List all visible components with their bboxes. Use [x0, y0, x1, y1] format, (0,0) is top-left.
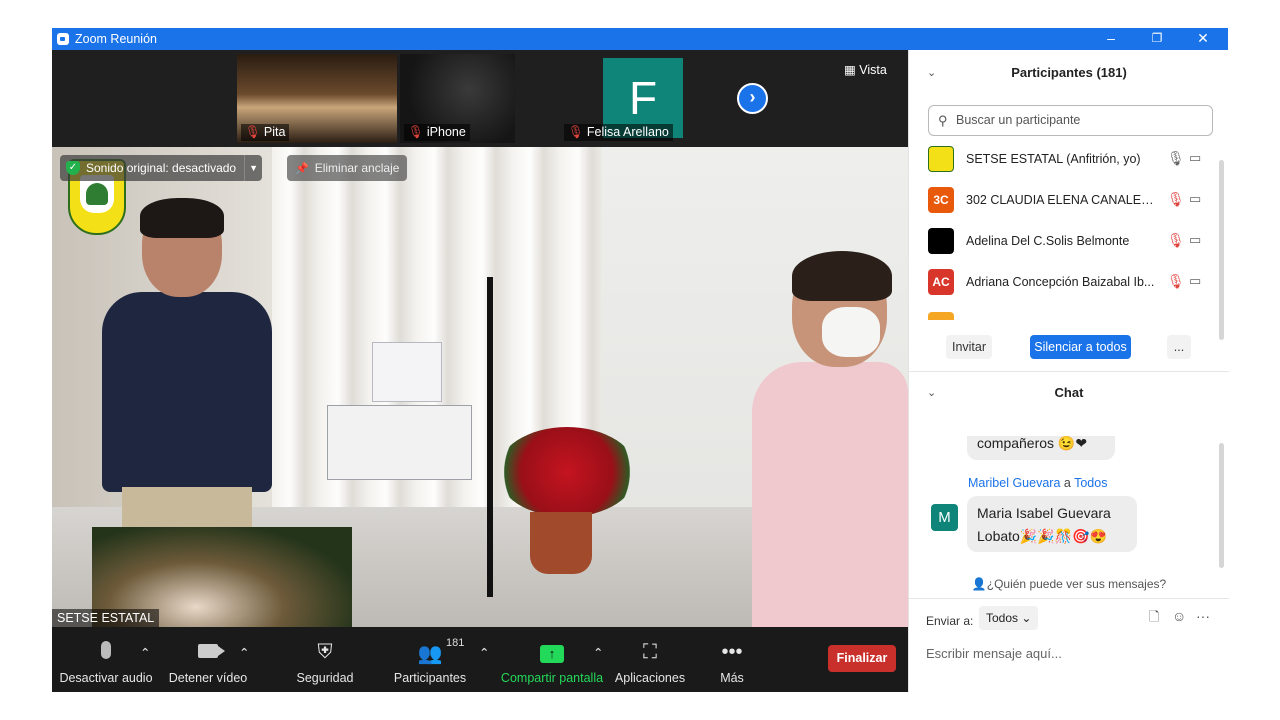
recipient-dropdown[interactable]: Todos ⌄: [979, 606, 1039, 630]
chevron-down-icon[interactable]: ⌄: [927, 374, 936, 412]
chat-scrollbar[interactable]: [1219, 443, 1224, 568]
avatar: [928, 312, 954, 320]
invite-button[interactable]: Invitar: [946, 335, 992, 359]
chat-messages: compañeros 😉❤ Maribel Guevara a Todos M …: [909, 436, 1229, 568]
mute-all-button[interactable]: Silenciar a todos: [1030, 335, 1131, 359]
mic-muted-icon: 🎙: [408, 125, 424, 139]
divider: [909, 598, 1229, 599]
mic-muted-icon[interactable]: 🎙: [1167, 232, 1185, 249]
participant-count: 181: [446, 637, 465, 649]
video-off-icon[interactable]: ▭: [1189, 273, 1201, 289]
chevron-down-icon: ⌄: [1021, 611, 1032, 625]
restore-button[interactable]: ❐: [1134, 28, 1180, 50]
file-icon[interactable]: 🗋: [1149, 608, 1159, 630]
meeting-toolbar: Desactivar audio ⌃ Detener vídeo ⌃ ⛨ Seg…: [52, 627, 908, 692]
chevron-down-icon[interactable]: ⌄: [927, 54, 936, 92]
security-button[interactable]: ⛨ Seguridad: [286, 627, 364, 692]
end-meeting-button[interactable]: Finalizar: [828, 645, 896, 672]
zoom-window: Zoom Reunión – ❐ ✕ 🎙 Pita 🎙 iPhone F 🎙 Feli…: [52, 28, 1229, 692]
emoji-icon[interactable]: ☺: [1172, 608, 1186, 624]
chevron-up-icon[interactable]: ⌃: [140, 645, 150, 660]
original-sound-toggle[interactable]: ✓ Sonido original: desactivado ▼: [60, 155, 263, 181]
avatar: M: [931, 504, 958, 531]
participant-row[interactable]: SETSE ESTATAL (Anfitrión, yo) 🎙 ▭: [909, 139, 1214, 180]
microphone-icon[interactable]: 🎙: [1167, 150, 1185, 167]
title-bar: Zoom Reunión – ❐ ✕: [52, 28, 1228, 50]
apps-button[interactable]: ⛶ Aplicaciones: [612, 627, 688, 692]
chat-message: compañeros 😉❤: [967, 436, 1115, 460]
chat-message: Maria Isabel Guevara Lobato🎉🎉🎊🎯😍: [967, 496, 1137, 552]
participant-search-input[interactable]: ⚲ Buscar un participante: [928, 105, 1213, 136]
video-camera-icon: [198, 641, 225, 664]
search-icon: ⚲: [938, 113, 948, 128]
mic-muted-icon[interactable]: 🎙: [1167, 191, 1185, 208]
minimize-button[interactable]: –: [1088, 28, 1134, 50]
thumbnail-pita[interactable]: 🎙 Pita: [237, 54, 397, 143]
avatar: 3C: [928, 187, 954, 213]
more-dots-icon: •••: [721, 641, 743, 663]
chat-sender: Maribel Guevara a Todos: [968, 476, 1108, 490]
chevron-up-icon[interactable]: ⌃: [479, 645, 489, 660]
mic-muted-icon[interactable]: 🎙: [1167, 273, 1185, 290]
participants-scrollbar[interactable]: [1219, 160, 1224, 340]
zoom-app-icon: [57, 33, 69, 45]
divider: [909, 371, 1229, 372]
main-video: ✓ Sonido original: desactivado ▼ 📌 Elimi…: [52, 147, 908, 627]
grid-icon: ▦: [844, 63, 860, 77]
mic-muted-icon: 🎙: [245, 125, 261, 139]
apps-icon: ⛶: [643, 641, 657, 663]
chevron-down-icon[interactable]: ▼: [244, 155, 262, 181]
avatar: [928, 228, 954, 254]
next-page-button[interactable]: ›: [737, 83, 768, 114]
chevron-up-icon[interactable]: ⌃: [239, 645, 249, 660]
send-to-label: Enviar a:: [926, 614, 974, 628]
more-dots-icon[interactable]: ···: [1196, 608, 1210, 624]
video-camera-icon[interactable]: ▭: [1189, 191, 1201, 207]
share-screen-button[interactable]: ↑ Compartir pantalla: [500, 627, 604, 692]
mic-muted-icon: 🎙: [568, 125, 584, 139]
chevron-up-icon[interactable]: ⌃: [593, 645, 603, 660]
participants-header: ⌄ Participantes (181): [909, 54, 1229, 92]
participant-row[interactable]: 3C 302 CLAUDIA ELENA CANALES ... 🎙 ▭: [909, 180, 1214, 221]
video-camera-icon[interactable]: ▭: [1189, 232, 1201, 248]
speaker-name: SETSE ESTATAL: [52, 609, 160, 627]
share-screen-icon: ↑: [540, 641, 564, 664]
video-camera-icon[interactable]: ▭: [1189, 150, 1201, 166]
shield-check-icon: ✓: [66, 161, 80, 175]
microphone-icon: [101, 641, 111, 665]
people-icon: 👥: [417, 643, 443, 665]
avatar: AC: [928, 269, 954, 295]
video-area: 🎙 Pita 🎙 iPhone F 🎙 Felisa Arellano › ▦ Vis…: [52, 50, 908, 692]
window-title: Zoom Reunión: [75, 32, 157, 46]
participant-row[interactable]: AC Adriana Concepción Baizabal Ib... 🎙 ▭: [909, 262, 1214, 303]
right-panel: ⌄ Participantes (181) ⚲ Buscar un partic…: [908, 50, 1229, 692]
thumbnail-strip: 🎙 Pita 🎙 iPhone F 🎙 Felisa Arellano › ▦ Vis…: [52, 50, 908, 147]
close-button[interactable]: ✕: [1180, 28, 1226, 50]
who-can-see-link[interactable]: 👤¿Quién puede ver sus mensajes?: [909, 577, 1229, 591]
shield-icon: ⛨: [317, 641, 333, 663]
more-button[interactable]: ••• Más: [706, 627, 758, 692]
thumbnail-name: 🎙 Felisa Arellano: [564, 124, 673, 141]
chat-message-input[interactable]: [926, 642, 1216, 664]
thumbnail-name: 🎙 Pita: [241, 124, 290, 141]
pin-icon: 📌: [295, 162, 309, 175]
thumbnail-name: 🎙 iPhone: [404, 124, 470, 141]
thumbnail-felisa[interactable]: F 🎙 Felisa Arellano: [560, 54, 725, 143]
avatar: [928, 146, 954, 172]
unpin-button[interactable]: 📌 Eliminar anclaje: [287, 155, 408, 181]
view-button[interactable]: ▦ Vista: [844, 62, 887, 77]
chat-header: ⌄ Chat: [909, 374, 1229, 412]
participant-row[interactable]: Adelina Del C.Solis Belmonte 🎙 ▭: [909, 221, 1214, 262]
participants-more-button[interactable]: ...: [1167, 335, 1191, 359]
thumbnail-iphone[interactable]: 🎙 iPhone: [400, 54, 515, 143]
